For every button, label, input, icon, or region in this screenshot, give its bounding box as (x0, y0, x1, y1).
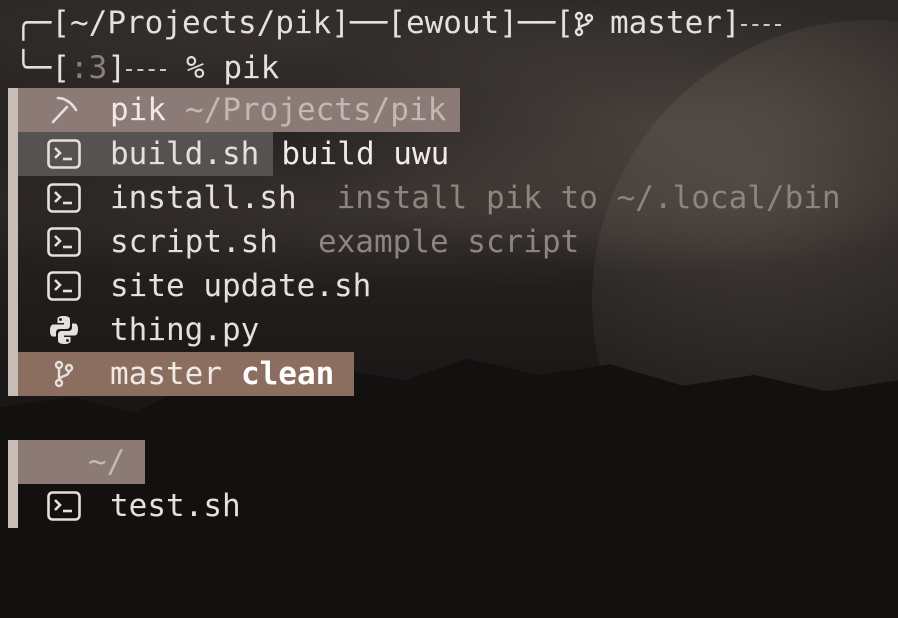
script-description: build uwu (281, 136, 450, 172)
git-branch: master (110, 356, 222, 392)
prompt-exit-code: :3 (70, 50, 108, 86)
terminal: ╭─[~/Projects/pik]──[ewout]──[master] ╰─… (0, 0, 898, 618)
prompt-cwd: ~/Projects/pik (70, 5, 332, 41)
prompt-user: ewout (405, 5, 500, 41)
terminal-icon (46, 226, 82, 258)
prompt-frame: ] (721, 5, 741, 41)
list-item-site-update[interactable]: site update.sh (18, 264, 371, 308)
group-path: ~/Projects/pik (185, 92, 447, 128)
script-name: test.sh (110, 488, 241, 524)
prompt-frame: ]──[ (499, 5, 574, 41)
terminal-icon (46, 270, 82, 302)
prompt-dash (126, 68, 166, 71)
python-icon (46, 314, 82, 346)
list-item-test[interactable]: test.sh (18, 484, 241, 528)
group-bar (8, 440, 18, 528)
group-path: ~/ (88, 444, 126, 480)
prompt-frame: ╭─[ (14, 5, 70, 41)
git-status-row: master clean (18, 352, 355, 396)
prompt-symbol: % (186, 50, 205, 86)
script-name: script.sh (110, 224, 278, 260)
selection-highlight: build.sh (18, 132, 274, 176)
terminal-icon (46, 182, 82, 214)
group-header-home: ~/ (18, 440, 146, 484)
git-highlight: master clean (18, 352, 355, 396)
list-item-build[interactable]: build.sh build uwu (18, 132, 449, 176)
git-status: clean (240, 356, 335, 392)
list-item-thing[interactable]: thing.py (18, 308, 259, 352)
git-branch-icon (46, 358, 82, 390)
git-branch-icon (574, 5, 596, 49)
script-description: example script (317, 224, 580, 260)
prompt-command: pik (223, 50, 280, 86)
pickaxe-icon (46, 94, 82, 126)
prompt-branch: master (609, 5, 722, 41)
prompt-line-2: ╰─[:3]% pik (14, 46, 279, 90)
script-name: install.sh (110, 180, 297, 216)
terminal-icon (46, 138, 82, 170)
script-description: install pik to ~/.local/bin (336, 180, 841, 216)
prompt-dash (740, 23, 781, 26)
script-name: site update.sh (110, 268, 372, 304)
group-name: pik (110, 92, 166, 128)
prompt-frame: ] (107, 50, 126, 86)
script-name: thing.py (110, 312, 260, 348)
script-name: build.sh (110, 136, 260, 172)
group-header-pik: pik ~/Projects/pik (18, 88, 461, 132)
header-highlight: pik ~/Projects/pik (18, 88, 461, 132)
group-bar (8, 88, 18, 396)
list-item-install[interactable]: install.sh install pik to ~/.local/bin (18, 176, 841, 220)
header-highlight: ~/ (18, 440, 146, 484)
prompt-frame: ╰─[ (14, 50, 70, 86)
list-item-script[interactable]: script.sh example script (18, 220, 579, 264)
prompt-frame: ]──[ (331, 5, 406, 41)
prompt-line-1: ╭─[~/Projects/pik]──[ewout]──[master] (14, 1, 781, 45)
terminal-icon (46, 490, 82, 522)
